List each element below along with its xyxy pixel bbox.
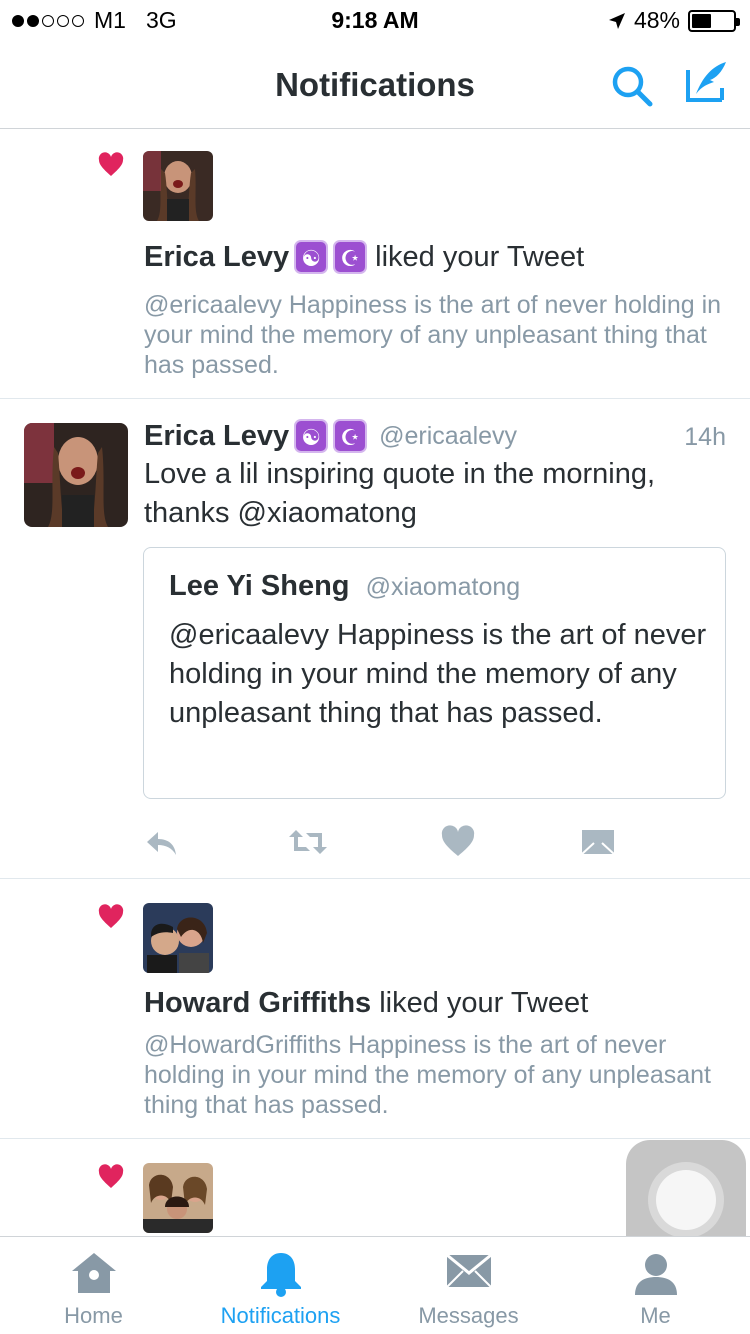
yin-yang-emoji-icon: ☯ — [294, 240, 329, 274]
home-icon — [71, 1253, 116, 1293]
retweet-icon[interactable] — [288, 824, 328, 860]
user-avatar[interactable] — [143, 903, 213, 973]
tweet-text: Love a lil inspiring quote in the mornin… — [144, 458, 656, 529]
heart-icon — [98, 904, 124, 928]
like-icon[interactable] — [440, 824, 476, 860]
notification-action: liked your Tweet — [371, 987, 589, 1019]
compose-tweet-icon[interactable] — [682, 58, 730, 106]
status-bar: M1 3G 9:18 AM 48% — [0, 0, 750, 40]
tab-label: Messages — [418, 1303, 519, 1328]
yin-yang-emoji-icon: ☯ — [294, 419, 329, 453]
tweet-author[interactable]: Erica Levy ☯ ☪ @ericaalevy — [144, 419, 517, 453]
star-crescent-emoji-icon: ☪ — [333, 240, 368, 274]
heart-icon — [98, 1164, 124, 1188]
quoted-tweet-card[interactable]: Lee Yi Sheng @xiaomatong @ericaalevy Hap… — [143, 547, 726, 799]
heart-icon — [98, 152, 124, 176]
reply-icon[interactable] — [144, 824, 180, 860]
tweet-author-handle: @ericaalevy — [379, 421, 518, 450]
direct-message-icon[interactable] — [580, 824, 616, 860]
quoted-author-handle: @xiaomatong — [365, 573, 521, 601]
tab-label: Notifications — [220, 1303, 341, 1328]
tweet-actions — [144, 824, 624, 860]
tab-home[interactable]: Home — [0, 1237, 187, 1334]
star-crescent-emoji-icon: ☪ — [333, 419, 368, 453]
notification-user-name[interactable]: Howard Griffiths — [144, 987, 371, 1020]
notification-text: Erica Levy ☯ ☪ liked your Tweet — [144, 240, 584, 274]
quoted-tweet-author: Lee Yi Sheng @xiaomatong — [169, 570, 520, 603]
tweet-row[interactable]: Erica Levy ☯ ☪ @ericaalevy 14h Love a li… — [0, 399, 750, 879]
notification-like-row[interactable]: Howard Griffiths liked your Tweet @Howar… — [0, 879, 750, 1139]
tweet-timestamp: 14h — [684, 423, 726, 451]
quoted-author-name: Lee Yi Sheng — [169, 570, 350, 602]
tweet-author-name: Erica Levy — [144, 419, 290, 452]
notification-tweet-snippet: @ericaalevy Happiness is the art of neve… — [144, 291, 722, 379]
tab-notifications[interactable]: Notifications — [187, 1237, 374, 1334]
user-avatar[interactable] — [143, 1163, 213, 1233]
tab-me[interactable]: Me — [562, 1237, 749, 1334]
tab-label: Me — [640, 1303, 671, 1328]
notification-action: liked your Tweet — [367, 240, 585, 273]
battery-percent: 48% — [633, 7, 680, 33]
notification-tweet-snippet: @HowardGriffiths Happiness is the art of… — [144, 1031, 711, 1119]
tab-messages[interactable]: Messages — [375, 1237, 562, 1334]
search-icon[interactable] — [608, 62, 656, 110]
battery-icon — [688, 9, 740, 32]
person-icon — [634, 1254, 677, 1295]
bell-icon — [260, 1253, 301, 1297]
battery-group: 48% — [608, 7, 740, 34]
user-avatar[interactable] — [24, 423, 128, 527]
envelope-icon — [445, 1253, 492, 1288]
notification-user-name[interactable]: Erica Levy — [144, 241, 289, 274]
notification-text: Howard Griffiths liked your Tweet — [144, 987, 588, 1020]
notification-like-row[interactable]: Erica Levy ☯ ☪ liked your Tweet @ericaal… — [0, 130, 750, 399]
quoted-tweet-text: @ericaalevy Happiness is the art of neve… — [169, 619, 707, 729]
tab-label: Home — [64, 1303, 123, 1328]
navigation-bar: Notifications — [0, 40, 750, 129]
location-arrow-icon — [608, 12, 625, 29]
tab-bar: Home Notifications Messages Me — [0, 1236, 750, 1334]
user-avatar[interactable] — [143, 151, 213, 221]
